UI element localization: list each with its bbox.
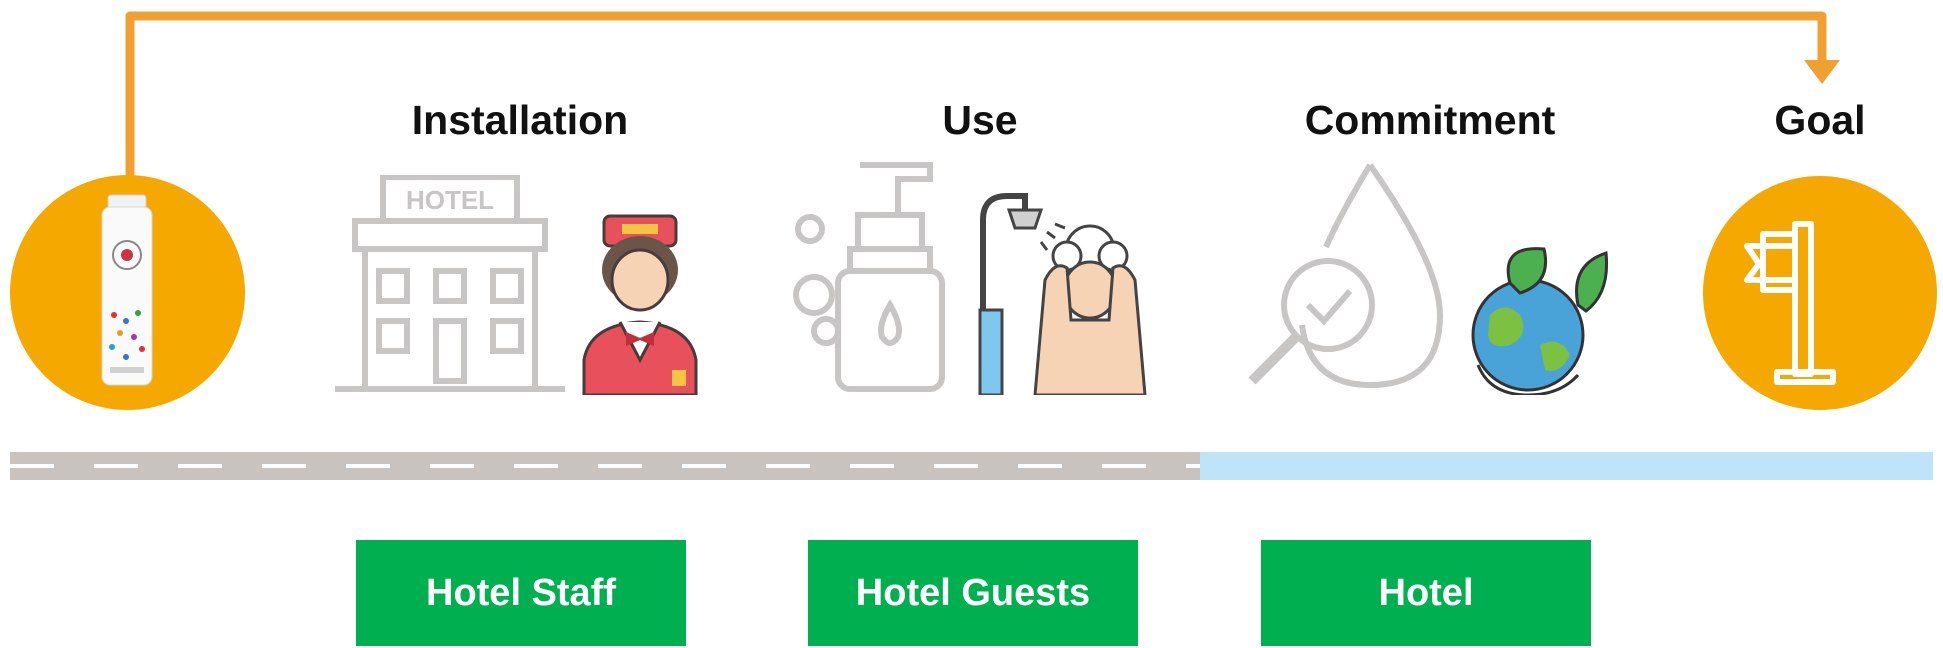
actor-hotel-guests: Hotel Guests: [808, 540, 1138, 646]
road-blue-segment: [1200, 452, 1933, 480]
hotel-building-icon: HOTEL: [335, 175, 565, 392]
stage-title-commitment: Commitment: [1304, 97, 1556, 143]
road-gray-segment: [10, 452, 1200, 480]
goal-flag-icon: [1744, 221, 1836, 385]
stage-title-use: Use: [942, 97, 1018, 143]
actor-hotel-staff: Hotel Staff: [356, 540, 686, 646]
actor-hotel: Hotel: [1261, 540, 1591, 646]
bellboy-icon: [582, 214, 698, 395]
earth-leaves-icon: [1471, 247, 1609, 395]
svg-text:HOTEL: HOTEL: [406, 185, 494, 215]
shower-person-icon: [978, 193, 1147, 395]
start-circle: [10, 175, 245, 410]
goal-circle: [1703, 176, 1937, 410]
goal-title: Goal: [1774, 97, 1866, 143]
stage-title-installation: Installation: [411, 97, 629, 143]
water-drop-search-icon: [1248, 163, 1444, 389]
product-bottle-icon: [101, 194, 153, 386]
soap-dispenser-icon: [793, 162, 945, 392]
